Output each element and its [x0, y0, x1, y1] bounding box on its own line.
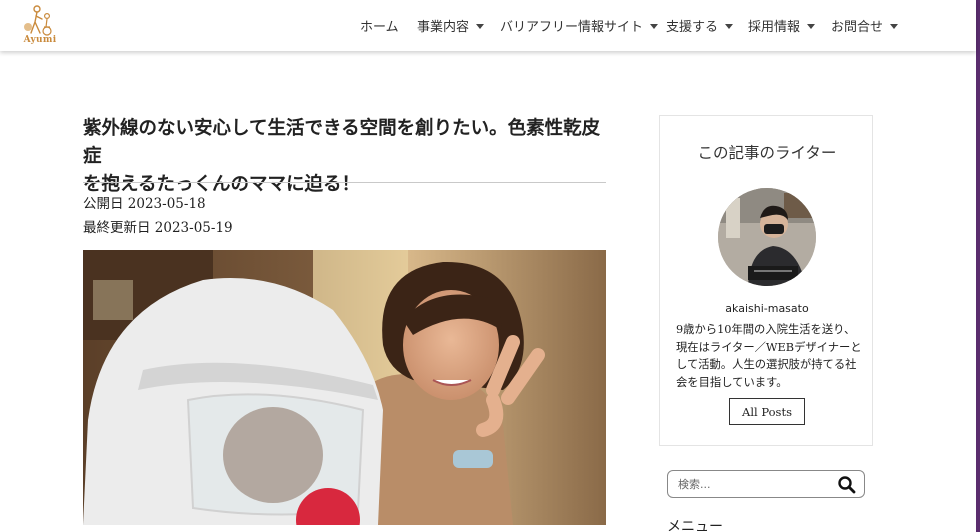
nav-label: バリアフリー情報サイト — [500, 20, 644, 35]
search-icon — [838, 476, 856, 494]
nav-item-support[interactable]: 支援する — [666, 16, 734, 35]
writer-card: この記事のライター akaishi-masato 9歳から10年間の入院生活を送… — [659, 115, 873, 446]
sidebar-menu-heading: メニュー — [667, 519, 723, 532]
avatar-photo — [718, 188, 816, 286]
nav-item-contact[interactable]: お問合せ — [831, 16, 899, 35]
chevron-down-icon — [725, 24, 734, 29]
nav-label: お問合せ — [831, 20, 884, 35]
main-nav: ホーム 事業内容 バリアフリー情報サイト 支援する 採用情報 お問合せ — [0, 0, 976, 51]
nav-item-recruit[interactable]: 採用情報 — [748, 16, 816, 35]
site-header: Ayumi ホーム 事業内容 バリアフリー情報サイト 支援する 採用情報 お問合… — [0, 0, 976, 51]
search-input[interactable] — [678, 475, 828, 494]
nav-label: 支援する — [666, 20, 719, 35]
writer-bio: 9歳から10年間の入院生活を送り、現在はライター／WEBデザイナーとして活動。人… — [676, 323, 862, 389]
avatar — [718, 188, 816, 286]
nav-item-business[interactable]: 事業内容 — [417, 16, 485, 35]
chevron-down-icon — [890, 24, 899, 29]
chevron-down-icon — [476, 24, 485, 29]
all-posts-button[interactable]: All Posts — [729, 398, 805, 425]
nav-item-home[interactable]: ホーム — [360, 16, 399, 35]
chevron-down-icon — [650, 24, 659, 29]
nav-label: 採用情報 — [748, 20, 801, 35]
article-featured-image — [83, 250, 606, 525]
search-form — [667, 470, 865, 498]
article-title-line1: 紫外線のない安心して生活できる空間を創りたい。色素性乾皮症 — [83, 118, 601, 167]
published-date: 公開日 2023-05-18 — [83, 196, 206, 212]
search-button[interactable] — [836, 474, 858, 496]
window-edge — [976, 0, 980, 532]
nav-label: 事業内容 — [417, 20, 470, 35]
writer-name[interactable]: akaishi-masato — [660, 302, 874, 315]
updated-date: 最終更新日 2023-05-19 — [83, 220, 233, 236]
chevron-down-icon — [807, 24, 816, 29]
photo-illustration — [83, 250, 606, 525]
nav-item-barrier-free[interactable]: バリアフリー情報サイト — [500, 16, 659, 35]
article-title: 紫外線のない安心して生活できる空間を創りたい。色素性乾皮症 を抱えるたっくんのマ… — [83, 115, 613, 199]
title-divider — [83, 182, 606, 183]
nav-label: ホーム — [360, 20, 399, 35]
writer-heading: この記事のライター — [697, 144, 837, 162]
